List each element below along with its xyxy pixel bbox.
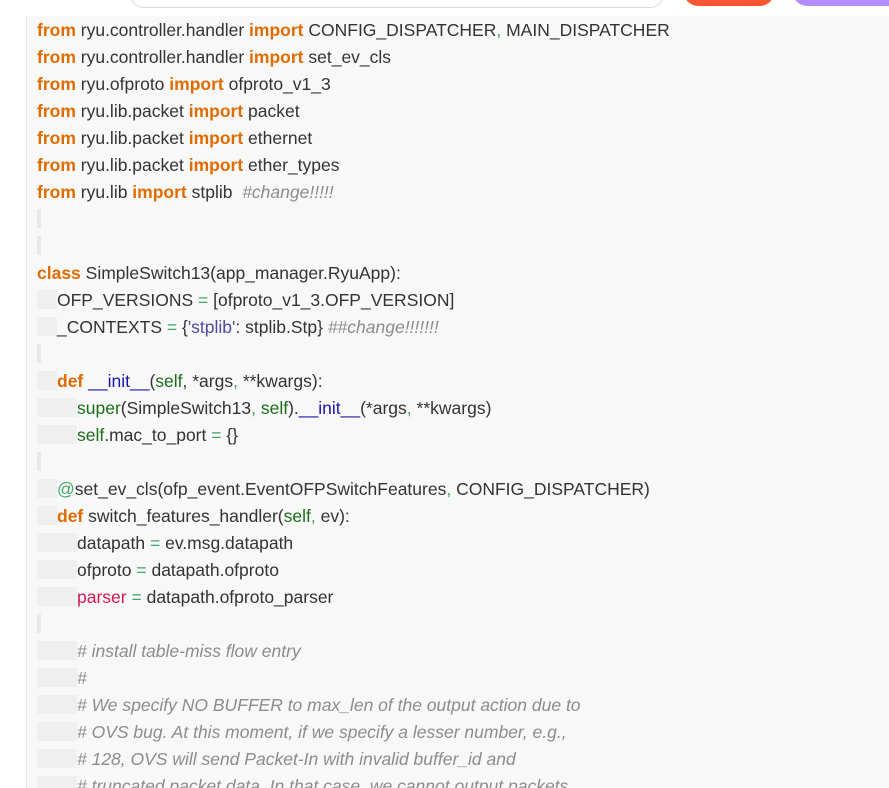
code-block: from ryu.controller.handler import CONFI… bbox=[26, 16, 889, 788]
code-line-18: @set_ev_cls(ofp_event.EventOFPSwitchFeat… bbox=[37, 476, 650, 503]
purple-action-button[interactable] bbox=[793, 0, 889, 6]
code-line-14: def __init__(self, *args, **kwargs): bbox=[37, 368, 323, 395]
code-line-5: from ryu.lib.packet import ethernet bbox=[37, 128, 313, 148]
code-line-26: # We specify NO BUFFER to max_len of the… bbox=[37, 692, 581, 719]
code-line-22: parser = datapath.ofproto_parser bbox=[37, 584, 333, 611]
orange-action-button[interactable] bbox=[684, 0, 774, 6]
code-line-blank bbox=[37, 611, 41, 638]
code-line-20: datapath = ev.msg.datapath bbox=[37, 530, 293, 557]
code-line-blank bbox=[37, 449, 41, 476]
code-line-2: from ryu.controller.handler import set_e… bbox=[37, 47, 392, 67]
code-line-11: OFP_VERSIONS = [ofproto_v1_3.OFP_VERSION… bbox=[37, 287, 454, 314]
code-line-21: ofproto = datapath.ofproto bbox=[37, 557, 279, 584]
code-line-10: class SimpleSwitch13(app_manager.RyuApp)… bbox=[37, 263, 401, 283]
code-line-28: # 128, OVS will send Packet-In with inva… bbox=[37, 746, 516, 773]
code-line-15: super(SimpleSwitch13, self).__init__(*ar… bbox=[37, 395, 491, 422]
code-line-29: # truncated packet data. In that case, w… bbox=[37, 773, 568, 788]
code-line-7: from ryu.lib import stplib #change!!!!! bbox=[37, 182, 334, 202]
code-line-4: from ryu.lib.packet import packet bbox=[37, 101, 300, 121]
code-line-blank bbox=[37, 206, 41, 233]
code-line-6: from ryu.lib.packet import ether_types bbox=[37, 155, 340, 175]
code-line-3: from ryu.ofproto import ofproto_v1_3 bbox=[37, 74, 331, 94]
code-line-12: _CONTEXTS = {'stplib': stplib.Stp} ##cha… bbox=[37, 314, 439, 341]
code-line-blank bbox=[37, 233, 41, 260]
search-input[interactable] bbox=[130, 0, 664, 8]
code-line-25: # bbox=[37, 665, 87, 692]
code-line-27: # OVS bug. At this moment, if we specify… bbox=[37, 719, 567, 746]
code-line-16: self.mac_to_port = {} bbox=[37, 422, 238, 449]
code-line-19: def switch_features_handler(self, ev): bbox=[37, 503, 350, 530]
code-line-1: from ryu.controller.handler import CONFI… bbox=[37, 20, 670, 40]
browser-toolbar bbox=[0, 0, 889, 16]
code-line-blank bbox=[37, 341, 41, 368]
code-line-24: # install table-miss flow entry bbox=[37, 638, 301, 665]
